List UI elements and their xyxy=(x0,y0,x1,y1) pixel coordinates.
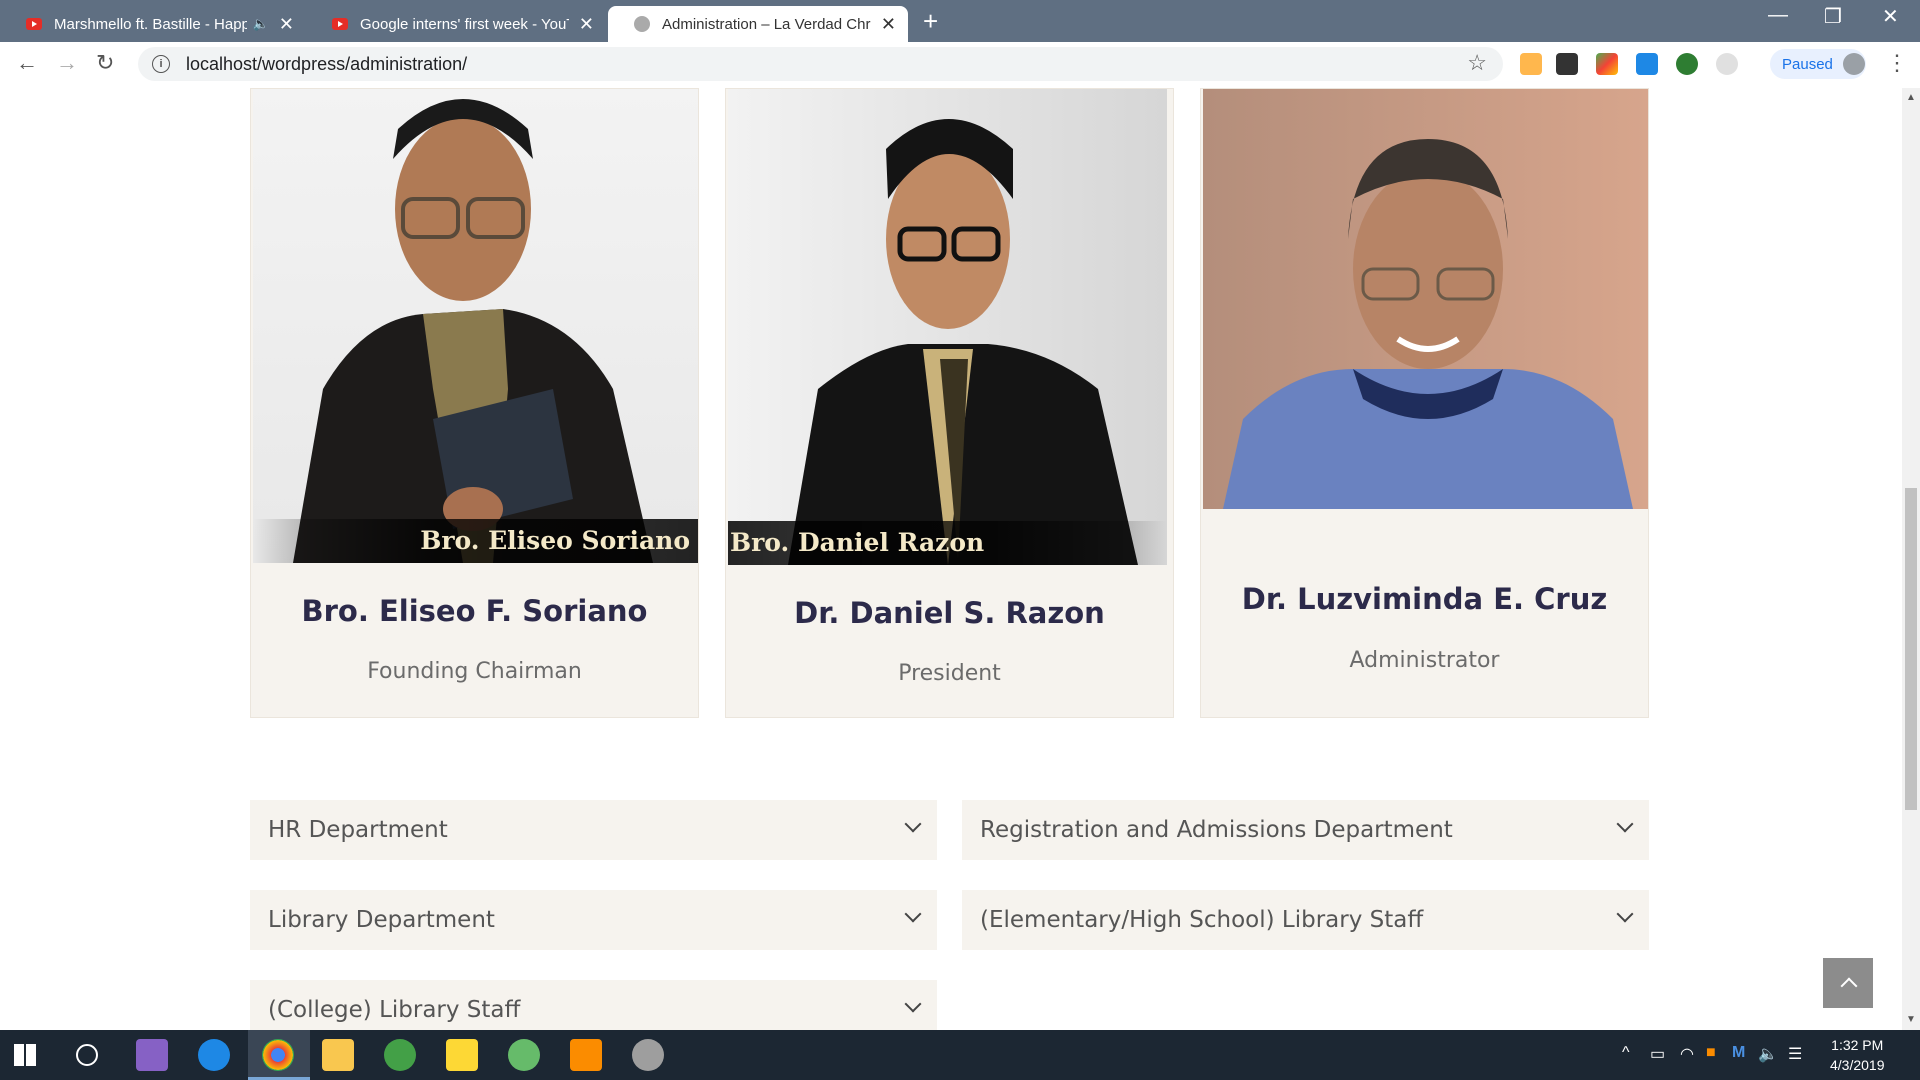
accordion-college-library-staff[interactable]: (College) Library Staff xyxy=(250,980,937,1030)
chevron-down-icon xyxy=(1616,905,1634,923)
extension-icon[interactable] xyxy=(1676,53,1698,75)
start-button[interactable] xyxy=(14,1044,36,1066)
tab-title: Marshmello ft. Bastille - Happ xyxy=(54,15,247,33)
accordion-registration-department[interactable]: Registration and Admissions Department xyxy=(962,800,1649,860)
person-card: Bro. Daniel Razon Dr. Daniel S. Razon Pr… xyxy=(725,88,1174,718)
person-name: Dr. Daniel S. Razon xyxy=(794,596,1105,630)
person-photo: Bro. Eliseo Soriano xyxy=(253,89,698,563)
url-text[interactable]: localhost/wordpress/administration/ xyxy=(186,54,467,75)
forward-button[interactable]: → xyxy=(56,50,78,76)
tab-administration[interactable]: Administration – La Verdad Chris ✕ xyxy=(608,6,908,42)
scroll-down-arrow-icon[interactable]: ▼ xyxy=(1906,1014,1916,1025)
accordion-label: HR Department xyxy=(268,817,448,843)
xampp-tray-icon[interactable]: ■ xyxy=(1706,1044,1716,1062)
clock-date: 4/3/2019 xyxy=(1830,1057,1885,1073)
browser-menu-button[interactable]: ⋮ xyxy=(1886,50,1908,76)
utorrent-icon[interactable] xyxy=(508,1039,540,1071)
app-icon[interactable] xyxy=(198,1039,230,1071)
browser-tab-bar: Marshmello ft. Bastille - Happ 🔈 ✕ Googl… xyxy=(0,0,1920,42)
app-icon[interactable] xyxy=(384,1039,416,1071)
portrait-illustration xyxy=(1223,139,1633,509)
address-bar[interactable]: i localhost/wordpress/administration/ ☆ xyxy=(138,47,1503,81)
folder-icon[interactable] xyxy=(446,1039,478,1071)
youtube-icon xyxy=(332,18,348,30)
profile-button[interactable]: Paused xyxy=(1770,49,1866,79)
page-content: Bro. Eliseo Soriano Bro. Eliseo F. Soria… xyxy=(0,88,1902,1030)
clock-time: 1:32 PM xyxy=(1831,1037,1884,1053)
show-hidden-icons-icon[interactable]: ^ xyxy=(1622,1044,1630,1062)
close-tab-icon[interactable]: ✕ xyxy=(279,14,294,35)
extension-icon[interactable] xyxy=(1520,53,1542,75)
person-role: Founding Chairman xyxy=(367,659,582,684)
windows-taskbar: ^ ▭ ◠ ■ M 🔈 ☰ 1:32 PM 4/3/2019 xyxy=(0,1030,1920,1080)
extension-icon[interactable] xyxy=(1556,53,1578,75)
person-card: Dr. Luzviminda E. Cruz Administrator xyxy=(1200,88,1649,718)
accordion-label: (College) Library Staff xyxy=(268,997,521,1023)
photo-caption: Bro. Daniel Razon xyxy=(728,521,1167,565)
app-icon[interactable] xyxy=(632,1039,664,1071)
volume-icon[interactable]: 🔈 xyxy=(1758,1044,1778,1064)
site-info-icon[interactable]: i xyxy=(152,55,170,73)
app-tray-icon[interactable]: M xyxy=(1732,1044,1745,1062)
avatar-icon xyxy=(1842,53,1865,75)
person-name: Dr. Luzviminda E. Cruz xyxy=(1241,582,1608,616)
person-photo: Bro. Daniel Razon xyxy=(728,89,1167,565)
person-name: Bro. Eliseo F. Soriano xyxy=(301,594,648,628)
wifi-icon[interactable]: ◠ xyxy=(1680,1044,1694,1064)
close-tab-icon[interactable]: ✕ xyxy=(881,14,896,35)
profile-status: Paused xyxy=(1782,55,1833,73)
bookmark-star-icon[interactable]: ☆ xyxy=(1467,50,1487,76)
system-clock[interactable]: 1:32 PM 4/3/2019 xyxy=(1830,1035,1885,1075)
reload-button[interactable]: ↻ xyxy=(96,50,114,76)
site-favicon-icon xyxy=(634,16,650,32)
chevron-down-icon xyxy=(904,905,922,923)
chevron-down-icon xyxy=(904,815,922,833)
scrollbar-thumb[interactable] xyxy=(1905,488,1917,810)
chrome-icon[interactable] xyxy=(262,1039,294,1071)
close-tab-icon[interactable]: ✕ xyxy=(579,14,594,35)
action-center-icon[interactable]: ☰ xyxy=(1788,1044,1802,1064)
scroll-to-top-button[interactable] xyxy=(1823,958,1873,1008)
scroll-up-arrow-icon[interactable]: ▲ xyxy=(1906,92,1916,103)
person-card: Bro. Eliseo Soriano Bro. Eliseo F. Soria… xyxy=(250,88,699,718)
accordion-label: (Elementary/High School) Library Staff xyxy=(980,907,1424,933)
person-role: President xyxy=(898,661,1001,686)
tab-title: Google interns' first week - YouTu xyxy=(360,15,569,33)
portrait-illustration xyxy=(788,119,1138,565)
extension-icon[interactable] xyxy=(1716,53,1738,75)
restore-button[interactable]: ❐ xyxy=(1824,4,1842,29)
battery-icon[interactable]: ▭ xyxy=(1650,1044,1665,1064)
browser-toolbar: ← → ↻ i localhost/wordpress/administrati… xyxy=(0,42,1920,89)
youtube-icon xyxy=(26,18,42,30)
chevron-down-icon xyxy=(904,995,922,1013)
close-window-button[interactable]: ✕ xyxy=(1882,4,1899,29)
accordion-hr-department[interactable]: HR Department xyxy=(250,800,937,860)
accordion-elem-hs-library-staff[interactable]: (Elementary/High School) Library Staff xyxy=(962,890,1649,950)
chevron-down-icon xyxy=(1616,815,1634,833)
extension-icon[interactable] xyxy=(1596,53,1618,75)
photo-caption: Bro. Eliseo Soriano xyxy=(253,519,698,563)
new-tab-button[interactable]: + xyxy=(923,6,938,36)
accordion-library-department[interactable]: Library Department xyxy=(250,890,937,950)
speaker-icon[interactable]: 🔈 xyxy=(253,16,269,32)
tab-title: Administration – La Verdad Chris xyxy=(662,15,871,33)
accordion-label: Library Department xyxy=(268,907,495,933)
person-photo xyxy=(1203,89,1648,509)
tab-google-interns[interactable]: Google interns' first week - YouTu ✕ xyxy=(306,6,606,42)
page-scrollbar[interactable]: ▲ ▼ xyxy=(1902,88,1920,1030)
portrait-illustration xyxy=(293,99,653,563)
file-explorer-icon[interactable] xyxy=(322,1039,354,1071)
minimize-button[interactable]: — xyxy=(1768,4,1788,27)
tab-marshmello[interactable]: Marshmello ft. Bastille - Happ 🔈 ✕ xyxy=(0,6,306,42)
back-button[interactable]: ← xyxy=(16,50,38,76)
extension-icon[interactable] xyxy=(1636,53,1658,75)
accordion-label: Registration and Admissions Department xyxy=(980,817,1453,843)
person-role: Administrator xyxy=(1349,648,1500,673)
xampp-icon[interactable] xyxy=(570,1039,602,1071)
visual-studio-icon[interactable] xyxy=(136,1039,168,1071)
search-icon[interactable] xyxy=(76,1044,98,1066)
